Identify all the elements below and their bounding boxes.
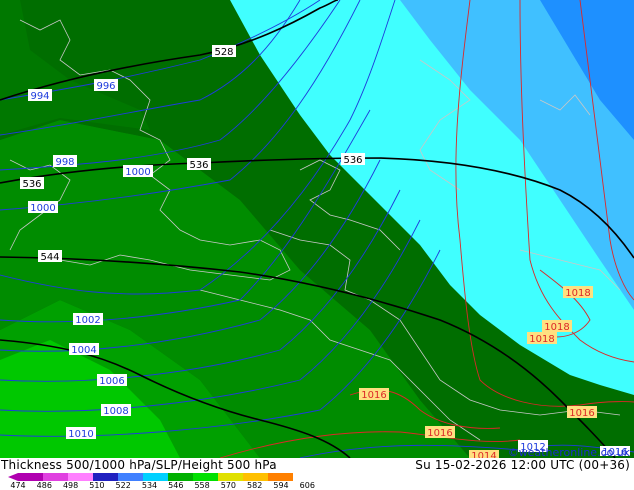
thickness-label: 536 [343,155,362,166]
footer: ©weatheronline.co.uk Thickness 500/1000 … [0,446,634,490]
isobar-label: 1010 [68,429,93,440]
scale-swatch [168,473,193,481]
scale-label: 474 [10,481,26,490]
isobar-label: 994 [30,91,49,102]
isobar-label: 1008 [103,406,128,417]
scale-swatch [93,473,118,481]
scale-arrow-icon [8,473,18,481]
isobar-label: 1014 [471,451,496,458]
thickness-label: 528 [214,47,233,58]
scale-swatch [218,473,243,481]
scale-swatch [143,473,168,481]
thickness-label: 544 [40,252,59,263]
scale-swatch [18,473,43,481]
scale-label: 582 [247,481,263,490]
isobar-label: 1016 [427,428,452,439]
isobar-label: 1000 [125,167,150,178]
isobar-label: 1018 [529,334,554,345]
thickness-label: 536 [22,179,41,190]
weather-map: 528 536 536 536 544 994 996 998 1000 100… [0,0,634,458]
isobar-label: 1004 [71,345,96,356]
scale-label: 570 [220,481,237,490]
isobar-label: 1002 [75,315,100,326]
isobar-label: 1006 [99,376,124,387]
scale-swatch [243,473,268,481]
scale-label: 606 [299,481,315,490]
scale-swatch [193,473,218,481]
scale-label: 558 [194,481,210,490]
isobar-label: 1016 [361,390,386,401]
scale-swatch [43,473,68,481]
scale-swatch [68,473,93,481]
isobar-label: 998 [55,157,74,168]
isobar-label: 996 [96,81,115,92]
scale-swatch [268,473,293,481]
scale-label: 498 [62,481,79,490]
isobar-label: 1000 [30,203,55,214]
isobar-label: 1016 [569,408,594,419]
scale-label: 486 [36,481,52,490]
scale-label: 534 [141,481,158,490]
isobar-label: 1018 [565,288,590,299]
color-scale-labels: 474 486 498 510 522 534 546 558 570 582 594 606 [0,481,330,490]
thickness-label: 536 [189,160,208,171]
color-scale [18,473,300,481]
scale-label: 522 [115,481,131,490]
map-title: Thickness 500/1000 hPa/SLP/Height 500 hP… [1,458,277,472]
map-datetime: Su 15-02-2026 12:00 UTC (00+36) [415,458,630,472]
scale-label: 546 [168,481,184,490]
scale-swatch [118,473,143,481]
scale-label: 510 [89,481,105,490]
isobar-label: 1018 [544,322,569,333]
scale-label: 594 [273,481,289,490]
